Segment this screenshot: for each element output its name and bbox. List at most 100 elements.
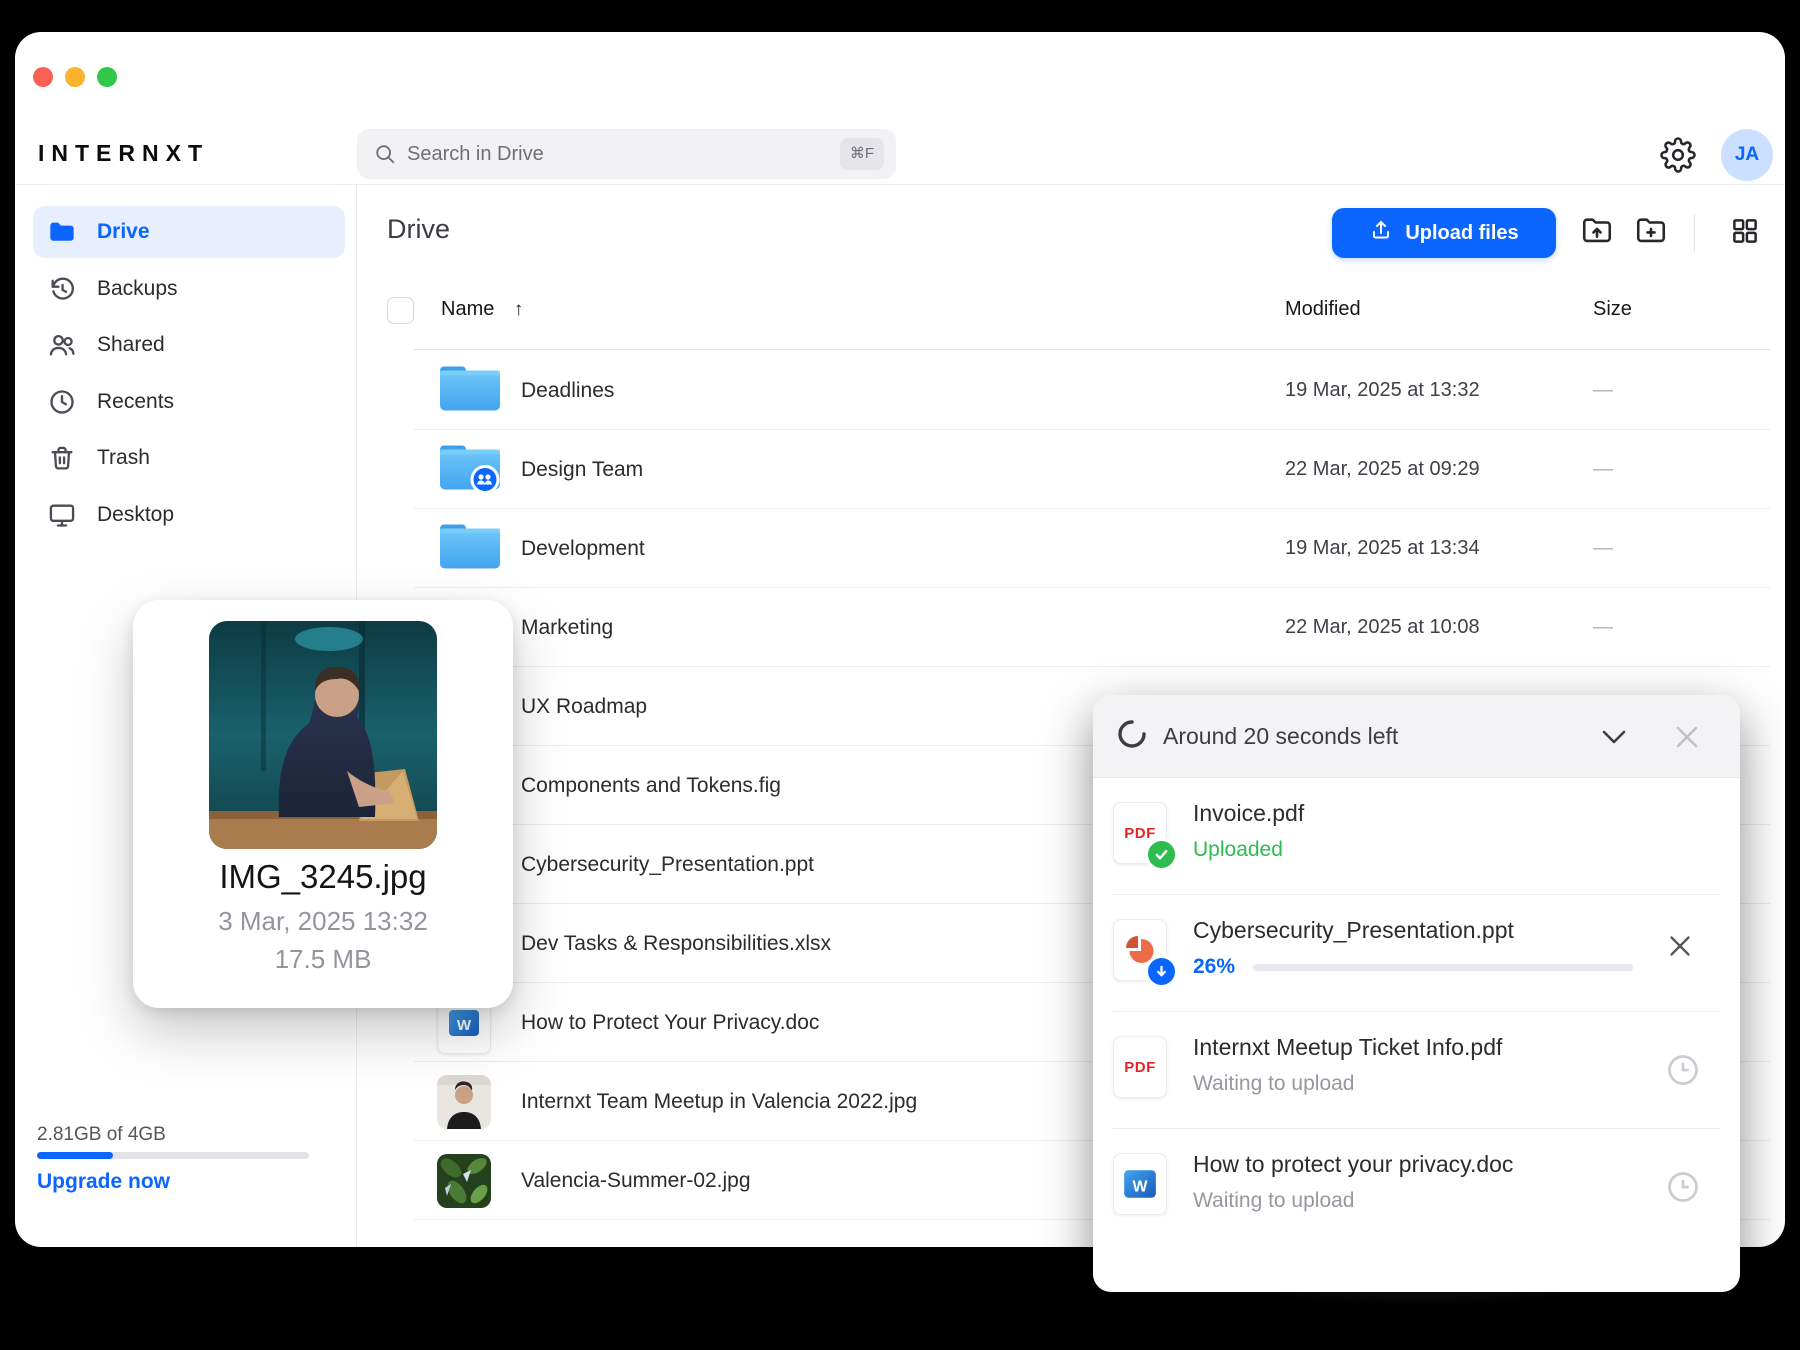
close-panel-button[interactable] <box>1671 721 1703 758</box>
file-size: — <box>1593 537 1613 559</box>
shared-users-icon <box>47 331 77 359</box>
sidebar-item-label: Desktop <box>97 502 175 526</box>
svg-text:W: W <box>1133 1178 1148 1195</box>
file-size: — <box>1593 458 1613 480</box>
preview-filename: IMG_3245.jpg <box>219 858 427 895</box>
upload-icon <box>1369 218 1393 248</box>
sidebar-item-label: Trash <box>97 446 150 469</box>
upload-time-remaining: Around 20 seconds left <box>1163 723 1399 749</box>
upload-item: PDF Invoice.pdf Uploaded <box>1093 778 1740 895</box>
internxt-logo: INTERNXT <box>38 140 209 166</box>
file-name: Deadlines <box>521 379 615 402</box>
downloading-badge-icon <box>1145 955 1178 988</box>
column-header-name[interactable]: Name ↑ <box>441 298 523 321</box>
file-modified: 22 Mar, 2025 at 10:08 <box>1285 616 1480 638</box>
sidebar-item-label: Recents <box>97 389 175 413</box>
file-modified: 22 Mar, 2025 at 09:29 <box>1285 458 1480 480</box>
upload-status: Waiting to upload <box>1193 1072 1355 1095</box>
upload-status: Waiting to upload <box>1193 1189 1355 1212</box>
sidebar-item-label: Drive <box>97 220 150 243</box>
upload-files-button[interactable]: Upload files <box>1332 208 1556 258</box>
folder-plus-icon <box>1634 214 1668 253</box>
gear-icon <box>1660 137 1696 177</box>
drive-folder-icon <box>47 218 77 246</box>
folder-shared-icon <box>437 441 503 498</box>
spinner-icon <box>1117 719 1147 754</box>
upgrade-link[interactable]: Upgrade now <box>37 1170 170 1194</box>
desktop-monitor-icon <box>47 501 77 529</box>
file-row[interactable]: Design Team 22 Mar, 2025 at 09:29 — <box>371 430 1770 509</box>
file-name: Components and Tokens.fig <box>521 774 781 797</box>
search-shortcut-badge: ⌘F <box>839 138 884 170</box>
upload-status: Uploaded <box>1193 838 1283 861</box>
file-name: Design Team <box>521 458 644 481</box>
chevron-down-icon <box>1598 730 1630 755</box>
file-modified: 19 Mar, 2025 at 13:34 <box>1285 537 1480 559</box>
folder-upload-icon <box>1580 214 1614 253</box>
upload-files-label: Upload files <box>1405 221 1519 244</box>
upload-item: Cybersecurity_Presentation.ppt 26% <box>1093 895 1740 1012</box>
pending-clock-icon <box>1665 1052 1701 1093</box>
folder-icon <box>437 520 503 577</box>
file-name: UX Roadmap <box>521 695 648 718</box>
file-row[interactable]: Development 19 Mar, 2025 at 13:34 — <box>371 509 1770 588</box>
upload-folder-button[interactable] <box>1578 214 1616 252</box>
avatar[interactable]: JA <box>1721 129 1773 181</box>
column-header-modified[interactable]: Modified <box>1285 298 1361 321</box>
sidebar-item-drive[interactable]: Drive <box>33 206 345 258</box>
file-name: Dev Tasks & Responsibilities.xlsx <box>521 932 832 955</box>
svg-text:W: W <box>457 1017 472 1034</box>
sidebar-item-desktop[interactable]: Desktop <box>33 489 345 541</box>
photo-leaves-icon <box>437 1153 491 1208</box>
file-modified: 19 Mar, 2025 at 13:32 <box>1285 379 1480 401</box>
sort-ascending-icon: ↑ <box>513 299 524 320</box>
sidebar-item-recents[interactable]: Recents <box>33 376 345 428</box>
cancel-upload-button[interactable] <box>1663 929 1697 968</box>
pdf-file-icon: PDF <box>1113 1036 1167 1098</box>
column-header-size[interactable]: Size <box>1593 298 1632 321</box>
upload-progress-label: 26% <box>1193 955 1236 978</box>
folder-icon <box>437 362 503 419</box>
close-window-button[interactable] <box>33 67 53 87</box>
settings-button[interactable] <box>1660 137 1696 178</box>
file-name: Valencia-Summer-02.jpg <box>521 1169 751 1192</box>
upload-file-name: Cybersecurity_Presentation.ppt <box>1193 917 1514 943</box>
file-name: Cybersecurity_Presentation.ppt <box>521 853 814 876</box>
upload-progress-bar <box>1253 964 1633 971</box>
sidebar-item-label: Backups <box>97 276 178 300</box>
sidebar-item-backups[interactable]: Backups <box>33 263 345 315</box>
trash-icon <box>47 444 77 472</box>
file-size: — <box>1593 616 1613 638</box>
zoom-window-button[interactable] <box>97 67 117 87</box>
storage-usage: 2.81GB of 4GB <box>37 1124 166 1145</box>
check-badge-icon <box>1145 838 1178 871</box>
file-size: — <box>1593 379 1613 401</box>
search-input[interactable]: Search in Drive ⌘F <box>357 129 896 179</box>
new-folder-button[interactable] <box>1632 214 1670 252</box>
file-row[interactable]: Marketing 22 Mar, 2025 at 10:08 — <box>371 588 1770 667</box>
file-name: Internxt Team Meetup in Valencia 2022.jp… <box>521 1090 918 1113</box>
grid-view-button[interactable] <box>1726 214 1764 252</box>
minimize-window-button[interactable] <box>65 67 85 87</box>
preview-date: 3 Mar, 2025 13:32 <box>218 906 428 936</box>
search-icon <box>374 143 396 170</box>
search-placeholder: Search in Drive <box>407 143 544 165</box>
photo-person-icon <box>437 1074 491 1129</box>
grid-view-icon <box>1730 216 1760 251</box>
collapse-panel-button[interactable] <box>1598 723 1630 756</box>
storage-progress-bar <box>37 1152 309 1159</box>
upload-item: PDF Internxt Meetup Ticket Info.pdf Wait… <box>1093 1012 1740 1129</box>
file-row[interactable]: Deadlines 19 Mar, 2025 at 13:32 — <box>371 351 1770 430</box>
upload-progress-panel: Around 20 seconds left PDF Invoice.pdf U… <box>1093 695 1740 1292</box>
recents-clock-icon <box>47 388 77 416</box>
sidebar-item-trash[interactable]: Trash <box>33 432 345 484</box>
file-name: How to Protect Your Privacy.doc <box>521 1011 820 1034</box>
backups-history-icon <box>47 275 77 303</box>
upload-panel-header: Around 20 seconds left <box>1093 695 1740 778</box>
sidebar-item-shared[interactable]: Shared <box>33 319 345 371</box>
preview-size: 17.5 MB <box>274 944 372 974</box>
select-all-checkbox[interactable] <box>387 297 414 324</box>
upload-file-name: Invoice.pdf <box>1193 800 1305 826</box>
doc-file-icon: W <box>1113 1153 1167 1215</box>
upload-file-name: How to protect your privacy.doc <box>1193 1151 1514 1177</box>
